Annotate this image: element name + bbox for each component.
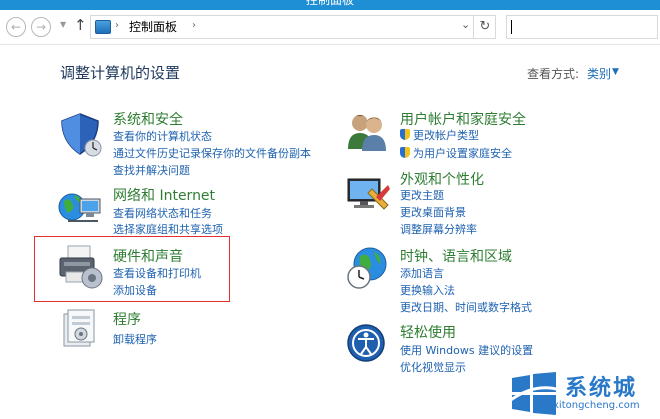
watermark-logo-icon	[507, 372, 561, 419]
text-caret	[511, 20, 512, 34]
category-programs[interactable]: 程序	[113, 309, 141, 329]
address-bar[interactable]: › 控制面板 › ⌄ ↻	[90, 15, 496, 39]
refresh-button[interactable]: ↻	[473, 16, 496, 38]
link-view-computer-status[interactable]: 查看你的计算机状态	[113, 128, 212, 144]
link-homegroup-sharing[interactable]: 选择家庭组和共享选项	[113, 221, 223, 237]
link-change-desktop-background[interactable]: 更改桌面背景	[400, 204, 466, 220]
printer-icon[interactable]	[58, 244, 104, 293]
control-panel-icon	[95, 20, 111, 34]
back-button[interactable]: ←	[6, 17, 26, 37]
link-uninstall-program[interactable]: 卸载程序	[113, 331, 157, 347]
network-icon[interactable]	[58, 189, 106, 232]
breadcrumb-separator[interactable]: ›	[115, 20, 119, 31]
clock-globe-icon[interactable]	[346, 246, 390, 293]
link-add-device[interactable]: 添加设备	[113, 282, 157, 298]
watermark-text: 系统城	[565, 376, 638, 401]
category-appearance[interactable]: 外观和个性化	[400, 169, 484, 189]
category-ease-of-access[interactable]: 轻松使用	[400, 322, 456, 342]
watermark-url: xitongcheng.com	[553, 400, 640, 411]
users-icon[interactable]	[346, 111, 390, 154]
up-button[interactable]: ↑	[74, 16, 87, 34]
link-view-network-status[interactable]: 查看网络状态和任务	[113, 205, 212, 221]
link-label: 为用户设置家庭安全	[413, 147, 512, 160]
link-change-theme[interactable]: 更改主题	[400, 187, 444, 203]
link-change-input-method[interactable]: 更换输入法	[400, 282, 455, 298]
search-input[interactable]	[506, 15, 658, 39]
category-system-security[interactable]: 系统和安全	[113, 109, 183, 129]
link-change-account-type[interactable]: 更改帐户类型	[400, 127, 479, 143]
view-by-label: 查看方式:	[527, 67, 580, 81]
link-add-language[interactable]: 添加语言	[400, 265, 444, 281]
forward-button[interactable]: →	[31, 17, 51, 37]
navigation-bar: ← → ▼ ↑ › 控制面板 › ⌄ ↻	[0, 10, 660, 45]
link-file-history[interactable]: 通过文件历史记录保存你的文件备份副本	[113, 145, 311, 161]
page-title: 调整计算机的设置	[60, 64, 181, 82]
uac-shield-icon	[400, 129, 410, 140]
window-title: 控制面板	[305, 0, 354, 7]
breadcrumb-separator[interactable]: ›	[192, 20, 196, 31]
link-windows-recommended-settings[interactable]: 使用 Windows 建议的设置	[400, 342, 533, 358]
link-optimize-visual-display[interactable]: 优化视觉显示	[400, 359, 466, 375]
uac-shield-icon	[400, 147, 410, 158]
breadcrumb-control-panel[interactable]: 控制面板	[129, 19, 177, 35]
link-label: 更改帐户类型	[413, 129, 479, 142]
link-change-date-time-format[interactable]: 更改日期、时间或数字格式	[400, 299, 532, 315]
category-user-accounts[interactable]: 用户帐户和家庭安全	[400, 109, 526, 129]
programs-icon[interactable]	[60, 308, 100, 353]
category-hardware-sound[interactable]: 硬件和声音	[113, 246, 183, 266]
link-family-safety[interactable]: 为用户设置家庭安全	[400, 145, 512, 161]
ease-of-access-icon[interactable]	[346, 323, 388, 368]
chevron-down-icon[interactable]: ▼	[612, 65, 619, 79]
appearance-icon[interactable]	[346, 175, 390, 218]
category-network-internet[interactable]: 网络和 Internet	[113, 185, 215, 205]
link-troubleshoot[interactable]: 查找并解决问题	[113, 162, 190, 178]
title-bar: 控制面板	[0, 0, 660, 10]
shield-icon[interactable]	[60, 112, 104, 161]
recent-locations-dropdown[interactable]: ▼	[60, 20, 66, 29]
view-by-dropdown[interactable]: 类别	[587, 65, 611, 82]
address-dropdown-icon[interactable]: ⌄	[461, 18, 470, 31]
link-devices-printers[interactable]: 查看设备和打印机	[113, 265, 201, 281]
category-clock-language-region[interactable]: 时钟、语言和区域	[400, 246, 512, 266]
link-adjust-resolution[interactable]: 调整屏幕分辨率	[400, 221, 477, 237]
